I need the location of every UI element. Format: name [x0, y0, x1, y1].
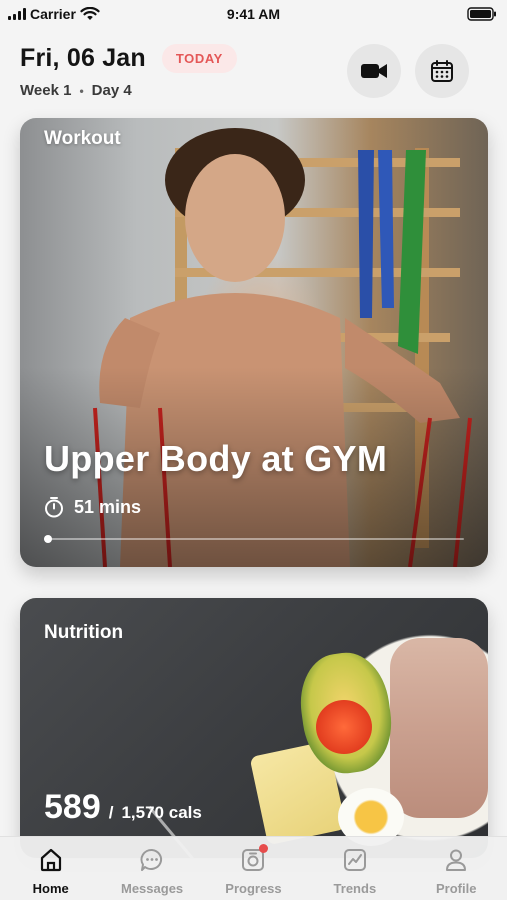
page-title: Fri, 06 Jan [20, 44, 146, 72]
food-meat-graphic [390, 638, 488, 818]
workout-progress-bar [44, 535, 464, 543]
video-button[interactable] [347, 44, 401, 98]
trend-chart-icon [343, 849, 366, 871]
status-time: 9:41 AM [226, 6, 281, 22]
day-label: Day 4 [91, 82, 132, 99]
tab-progress[interactable]: Progress [208, 844, 298, 896]
workout-title: Upper Body at GYM [44, 438, 388, 479]
date-row: Fri, 06 Jan TODAY [20, 44, 237, 73]
tab-progress-label: Progress [225, 881, 282, 896]
food-tomato-graphic [316, 700, 372, 754]
wifi-icon [80, 7, 100, 20]
user-icon [446, 849, 467, 871]
tab-messages[interactable]: Messages [107, 847, 197, 896]
duration-text: 51 mins [74, 496, 142, 517]
workout-duration: 51 mins [44, 496, 141, 518]
tab-messages-label: Messages [121, 881, 184, 896]
battery-icon [467, 7, 496, 21]
calorie-summary: 589 / 1,570 cals [44, 788, 202, 827]
workout-section-label: Workout [44, 128, 121, 149]
nutrition-section-label: Nutrition [44, 622, 124, 643]
stopwatch-icon [45, 497, 63, 518]
calories-goal: 1,570 cals [121, 803, 202, 822]
chat-icon [140, 849, 163, 871]
status-bar: Carrier 9:41 AM [0, 0, 507, 28]
status-left: Carrier [8, 6, 100, 22]
calories-separator: / [108, 803, 114, 822]
today-badge[interactable]: TODAY [161, 44, 237, 73]
header: Fri, 06 Jan TODAY Week 1 • Day 4 [0, 30, 507, 116]
progress-indicator [44, 535, 52, 543]
nutrition-card[interactable]: Nutrition 589 / 1,570 cals [20, 598, 488, 858]
tab-trends[interactable]: Trends [310, 847, 400, 896]
carrier-name: Carrier [30, 6, 76, 22]
tab-trends-label: Trends [333, 881, 377, 896]
cellular-signal-icon [8, 8, 26, 20]
tab-profile-label: Profile [436, 881, 477, 896]
week-label: Week 1 [20, 82, 72, 99]
calendar-icon [431, 60, 453, 82]
calories-eaten: 589 [44, 788, 101, 826]
workout-card[interactable]: Workout Upper Body at GYM 51 mins [20, 118, 488, 567]
home-icon [40, 848, 61, 872]
tab-home[interactable]: Home [6, 847, 96, 896]
calendar-button[interactable] [415, 44, 469, 98]
video-camera-icon [361, 64, 387, 78]
notification-dot [259, 844, 269, 853]
separator-dot: • [79, 83, 84, 98]
tab-profile[interactable]: Profile [411, 847, 501, 896]
tab-home-label: Home [32, 881, 69, 896]
bottom-tab-bar: Home Messages Progress Trends Profile [0, 836, 507, 900]
week-day-subtitle: Week 1 • Day 4 [20, 82, 132, 99]
